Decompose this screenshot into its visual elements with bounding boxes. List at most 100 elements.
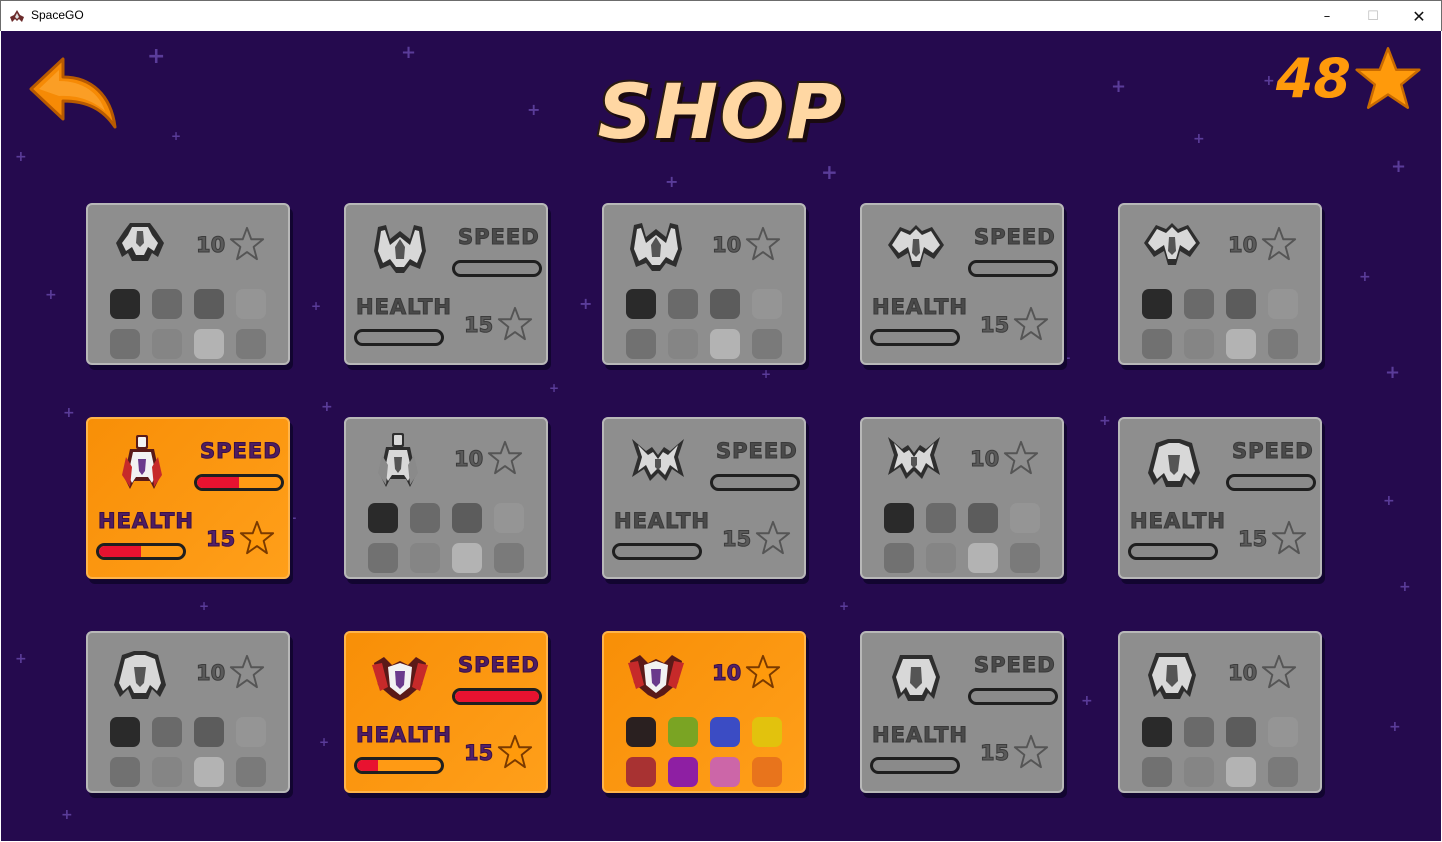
color-swatch[interactable] [968,543,998,573]
color-swatch[interactable] [884,543,914,573]
color-swatch[interactable] [968,503,998,533]
shop-card-6[interactable]: SPEED HEALTH 15 [86,417,290,579]
close-button[interactable]: ✕ [1396,1,1442,31]
minimize-button[interactable]: – [1304,1,1350,31]
color-swatch[interactable] [1184,289,1214,319]
shop-card-8[interactable]: SPEED HEALTH 15 [602,417,806,579]
shop-card-5[interactable]: 10 [1118,203,1322,365]
color-swatch[interactable] [152,757,182,787]
star-icon [1355,47,1421,109]
color-swatch[interactable] [236,717,266,747]
color-swatch[interactable] [1226,289,1256,319]
health-bar-fill [357,760,378,771]
color-swatch[interactable] [494,503,524,533]
health-label: HEALTH [356,723,452,748]
color-swatch[interactable] [626,289,656,319]
color-swatch[interactable] [626,717,656,747]
bg-sparkle-icon: + [147,44,166,69]
color-swatch[interactable] [452,503,482,533]
color-swatch[interactable] [668,717,698,747]
color-swatch[interactable] [668,289,698,319]
health-label: HEALTH [98,509,194,534]
shop-card-4[interactable]: SPEED HEALTH 15 [860,203,1064,365]
price-star-icon [744,225,782,263]
shop-card-12[interactable]: SPEED HEALTH 15 [344,631,548,793]
color-swatch[interactable] [626,757,656,787]
color-swatch[interactable] [152,289,182,319]
color-swatch[interactable] [1268,717,1298,747]
color-swatch[interactable] [194,757,224,787]
color-swatch[interactable] [1226,757,1256,787]
speed-bar [452,260,542,277]
bg-sparkle-icon: + [199,599,210,613]
shop-card-3[interactable]: 10 [602,203,806,365]
shop-card-7[interactable]: 10 [344,417,548,579]
color-swatch[interactable] [1184,717,1214,747]
color-swatch[interactable] [668,757,698,787]
color-swatch[interactable] [668,329,698,359]
color-swatch[interactable] [710,289,740,319]
color-swatch[interactable] [236,757,266,787]
color-swatch[interactable] [494,543,524,573]
color-swatch[interactable] [710,717,740,747]
shop-card-15[interactable]: 10 [1118,631,1322,793]
color-swatch[interactable] [110,289,140,319]
shop-card-1[interactable]: 10 [86,203,290,365]
color-swatches [626,717,794,787]
color-swatch[interactable] [926,503,956,533]
color-swatch[interactable] [236,289,266,319]
color-swatches [884,503,1052,573]
color-swatch[interactable] [710,757,740,787]
color-swatch[interactable] [410,503,440,533]
color-swatch[interactable] [1268,289,1298,319]
color-swatch[interactable] [752,329,782,359]
color-swatch[interactable] [1226,329,1256,359]
price-star-icon [496,305,534,343]
shop-card-10[interactable]: SPEED HEALTH 15 [1118,417,1322,579]
color-swatch[interactable] [194,329,224,359]
maximize-button[interactable]: ☐ [1350,1,1396,31]
color-swatch[interactable] [752,717,782,747]
color-swatch[interactable] [368,543,398,573]
color-swatch[interactable] [1142,757,1172,787]
shop-card-13[interactable]: 10 [602,631,806,793]
color-swatch[interactable] [626,329,656,359]
page-title: SHOP [596,65,845,158]
color-swatch[interactable] [194,289,224,319]
color-swatch[interactable] [752,757,782,787]
color-swatch[interactable] [1142,289,1172,319]
color-swatch[interactable] [452,543,482,573]
color-swatch[interactable] [1010,503,1040,533]
health-label: HEALTH [614,509,710,534]
color-swatch[interactable] [410,543,440,573]
color-swatch[interactable] [1184,757,1214,787]
color-swatch[interactable] [710,329,740,359]
shop-card-14[interactable]: SPEED HEALTH 15 [860,631,1064,793]
color-swatch[interactable] [110,757,140,787]
price-star-icon [1012,733,1050,771]
color-swatch[interactable] [926,543,956,573]
shop-card-11[interactable]: 10 [86,631,290,793]
color-swatch[interactable] [152,329,182,359]
shop-card-2[interactable]: SPEED HEALTH 15 [344,203,548,365]
speed-bar [968,688,1058,705]
color-swatch[interactable] [1184,329,1214,359]
color-swatch[interactable] [1268,329,1298,359]
bg-sparkle-icon: + [45,287,57,303]
color-swatch[interactable] [752,289,782,319]
color-swatch[interactable] [236,329,266,359]
color-swatch[interactable] [1268,757,1298,787]
color-swatch[interactable] [194,717,224,747]
color-swatch[interactable] [1142,329,1172,359]
color-swatch[interactable] [1010,543,1040,573]
color-swatch[interactable] [1142,717,1172,747]
star-balance: 48 [1276,43,1421,113]
color-swatch[interactable] [1226,717,1256,747]
speed-label: SPEED [974,225,1056,250]
shop-card-9[interactable]: 10 [860,417,1064,579]
color-swatch[interactable] [152,717,182,747]
color-swatch[interactable] [110,329,140,359]
color-swatch[interactable] [884,503,914,533]
color-swatch[interactable] [368,503,398,533]
color-swatch[interactable] [110,717,140,747]
